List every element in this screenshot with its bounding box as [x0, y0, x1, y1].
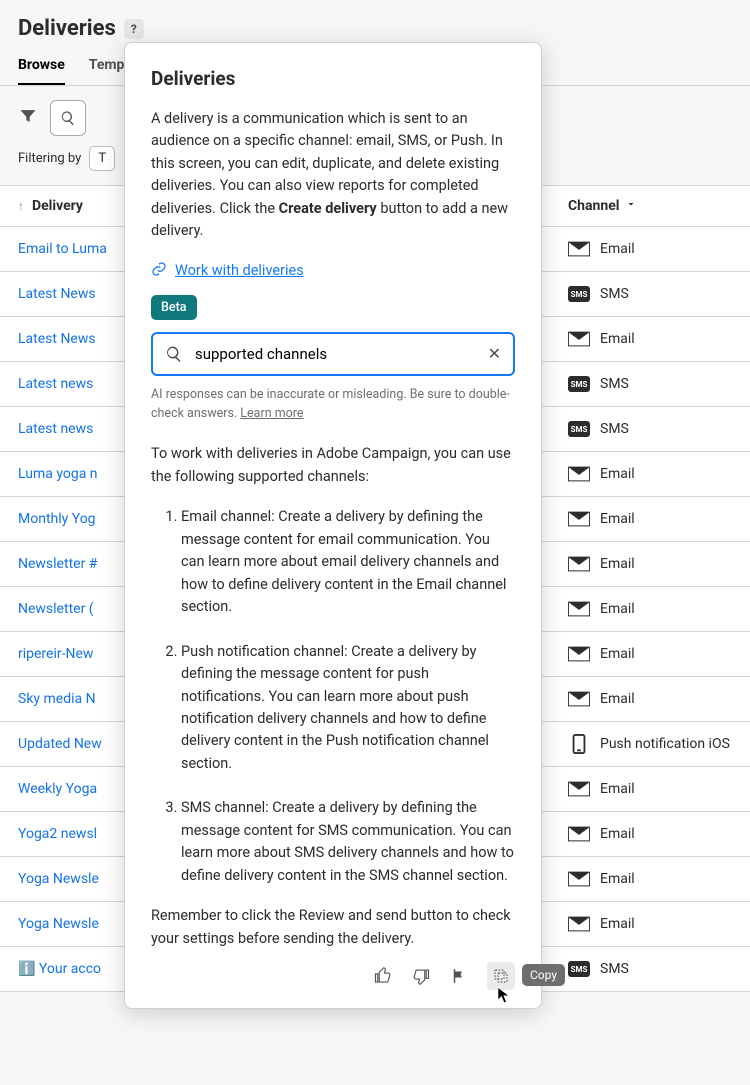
- popover-description: A delivery is a communication which is s…: [151, 108, 515, 243]
- copy-button[interactable]: [487, 962, 515, 990]
- response-item: Push notification channel: Create a deli…: [181, 641, 515, 776]
- email-icon: [568, 916, 590, 932]
- delivery-channel: Email: [550, 454, 750, 494]
- popover-title: Deliveries: [151, 67, 515, 90]
- email-icon: [568, 466, 590, 482]
- flag-button[interactable]: [449, 966, 469, 986]
- page-title: Deliveries: [18, 16, 116, 41]
- ai-disclaimer: AI responses can be inaccurate or mislea…: [151, 386, 515, 424]
- column-channel[interactable]: Channel: [550, 186, 750, 226]
- email-icon: [568, 691, 590, 707]
- delivery-channel: Email: [550, 769, 750, 809]
- tab-browse[interactable]: Browse: [18, 47, 65, 85]
- email-icon: [568, 511, 590, 527]
- email-icon: [568, 646, 590, 662]
- delivery-channel: SMSSMS: [550, 949, 750, 989]
- delivery-channel: Email: [550, 904, 750, 944]
- page-header: Deliveries ?: [0, 0, 750, 47]
- email-icon: [568, 556, 590, 572]
- filter-chip[interactable]: T: [89, 146, 115, 171]
- delivery-channel: Email: [550, 544, 750, 584]
- beta-badge: Beta: [151, 295, 197, 320]
- email-icon: [568, 871, 590, 887]
- ai-response: To work with deliveries in Adobe Campaig…: [151, 443, 515, 950]
- ai-search-input-wrapper: ✕: [151, 332, 515, 376]
- delivery-channel: Email: [550, 499, 750, 539]
- delivery-channel: SMSSMS: [550, 364, 750, 404]
- delivery-channel: SMSSMS: [550, 274, 750, 314]
- ai-search-input[interactable]: [193, 344, 478, 364]
- sort-ascending-icon: ↑: [18, 199, 24, 213]
- delivery-channel: Email: [550, 679, 750, 719]
- thumbs-up-button[interactable]: [373, 966, 393, 986]
- delivery-channel: Email: [550, 859, 750, 899]
- response-item: SMS channel: Create a delivery by defini…: [181, 797, 515, 887]
- response-item: Email channel: Create a delivery by defi…: [181, 506, 515, 618]
- search-icon: [165, 345, 183, 363]
- help-popover: Deliveries A delivery is a communication…: [124, 42, 542, 1009]
- chevron-down-icon: [625, 198, 637, 214]
- help-icon[interactable]: ?: [124, 19, 144, 39]
- delivery-channel: Email: [550, 319, 750, 359]
- thumbs-down-button[interactable]: [411, 966, 431, 986]
- delivery-channel: SMSSMS: [550, 409, 750, 449]
- filter-icon[interactable]: [18, 106, 38, 130]
- delivery-channel: Email: [550, 229, 750, 269]
- email-icon: [568, 826, 590, 842]
- work-with-deliveries-link[interactable]: Work with deliveries: [175, 262, 304, 279]
- feedback-row: Copy: [151, 962, 515, 990]
- email-icon: [568, 781, 590, 797]
- link-icon: [151, 261, 167, 281]
- search-button[interactable]: [50, 100, 86, 136]
- clear-icon[interactable]: ✕: [488, 344, 501, 363]
- sms-icon: SMS: [568, 376, 590, 392]
- email-icon: [568, 241, 590, 257]
- sms-icon: SMS: [568, 421, 590, 437]
- response-outro: Remember to click the Review and send bu…: [151, 905, 515, 950]
- push-icon: [568, 736, 590, 752]
- learn-more-link[interactable]: Learn more: [240, 406, 303, 421]
- sms-icon: SMS: [568, 961, 590, 977]
- delivery-channel: Email: [550, 589, 750, 629]
- sms-icon: SMS: [568, 286, 590, 302]
- delivery-channel: Push notification iOS: [550, 724, 750, 764]
- email-icon: [568, 331, 590, 347]
- response-intro: To work with deliveries in Adobe Campaig…: [151, 443, 515, 488]
- filterbar-label: Filtering by: [18, 151, 81, 166]
- delivery-channel: Email: [550, 634, 750, 674]
- copy-tooltip: Copy: [522, 964, 565, 986]
- delivery-channel: Email: [550, 814, 750, 854]
- email-icon: [568, 601, 590, 617]
- popover-link-row: Work with deliveries: [151, 261, 515, 281]
